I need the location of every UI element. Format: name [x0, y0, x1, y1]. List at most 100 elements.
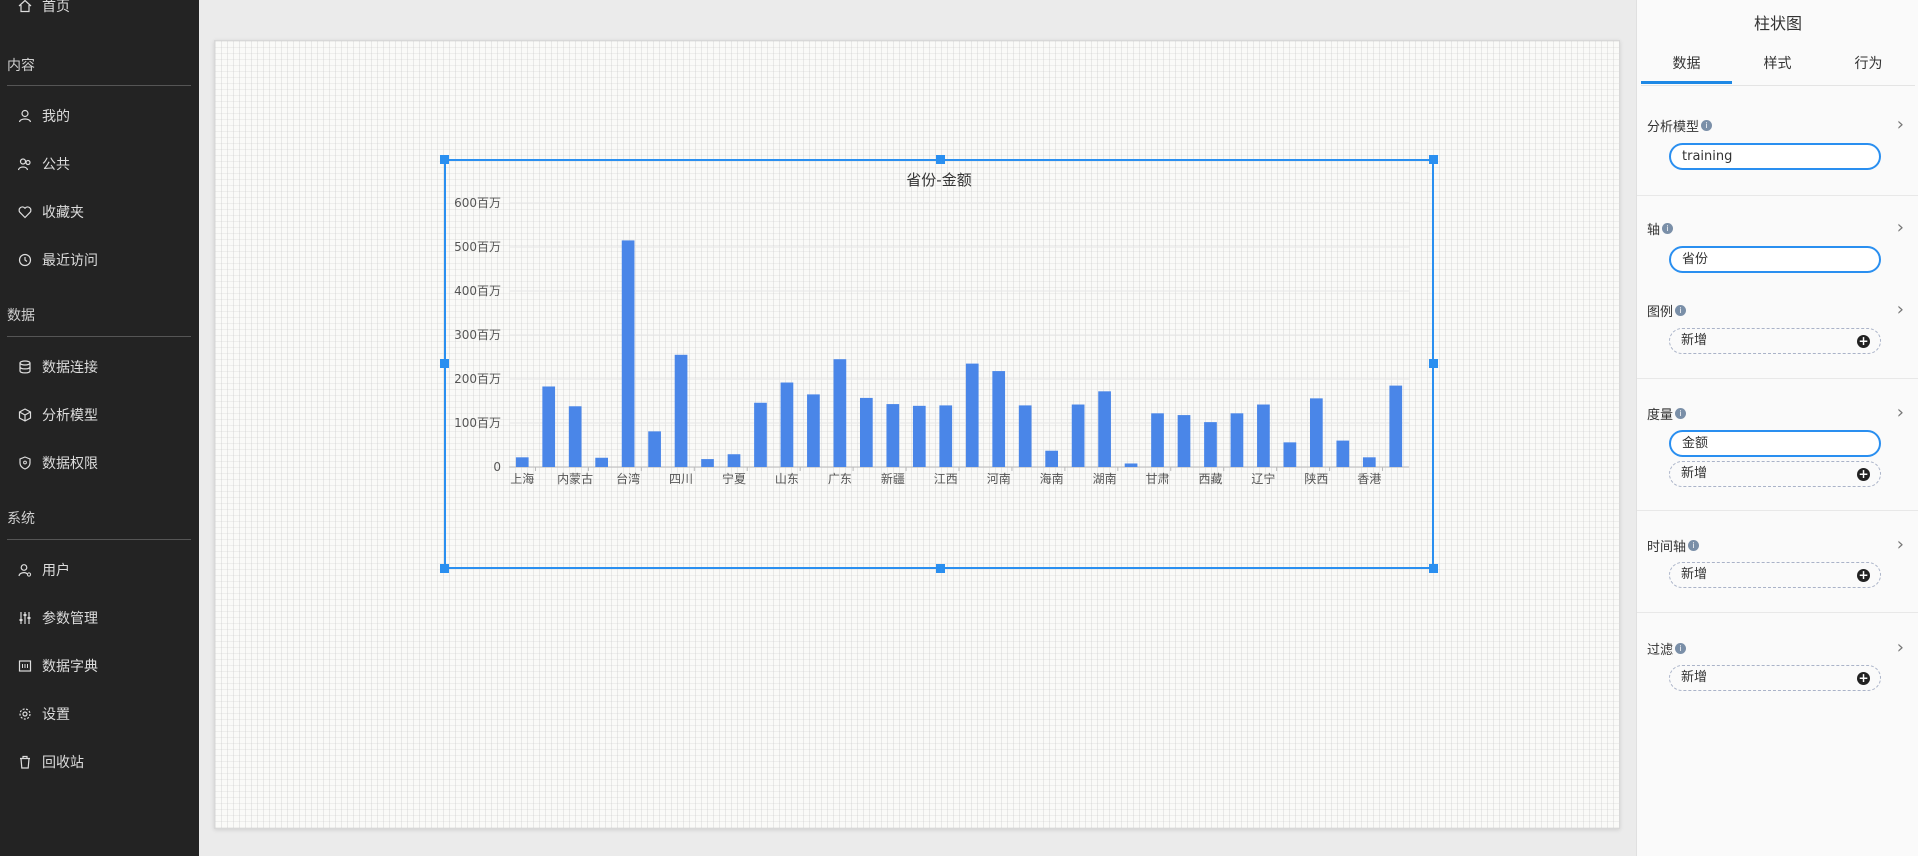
sidebar-item-data-connection[interactable]: 数据连接	[18, 355, 98, 379]
bar[interactable]	[515, 457, 529, 467]
user-icon	[18, 109, 32, 123]
bar[interactable]	[965, 363, 979, 467]
bar[interactable]	[1177, 415, 1191, 467]
plus-circle-icon[interactable]: +	[1857, 468, 1870, 481]
plus-circle-icon[interactable]: +	[1857, 672, 1870, 685]
add-label: 新增	[1681, 333, 1708, 348]
sidebar-item-recycle-bin[interactable]: 回收站	[18, 750, 84, 774]
bar[interactable]	[1257, 404, 1270, 467]
bar[interactable]	[568, 406, 582, 467]
sidebar-item-home[interactable]: 首页	[18, 0, 70, 18]
bar[interactable]	[727, 454, 741, 467]
tab-data[interactable]: 数据	[1641, 52, 1732, 84]
bar[interactable]	[992, 371, 1006, 467]
info-icon[interactable]: i	[1688, 540, 1700, 551]
sidebar-item-users[interactable]: 用户	[18, 558, 70, 582]
sidebar-item-recent[interactable]: 最近访问	[18, 248, 98, 272]
chevron-right-icon[interactable]: ›	[1897, 116, 1904, 134]
sidebar-item-label: 首页	[42, 0, 70, 15]
bar[interactable]	[1389, 385, 1403, 467]
resize-handle-bottom-left[interactable]	[440, 564, 449, 573]
info-icon[interactable]: i	[1662, 223, 1674, 234]
resize-handle-bottom[interactable]	[936, 564, 945, 573]
chevron-right-icon[interactable]: ›	[1897, 219, 1904, 237]
bar[interactable]	[807, 394, 820, 467]
filter-section-label: 过滤 i	[1647, 639, 1687, 658]
time-axis-add-field[interactable]: 新增 +	[1669, 562, 1881, 588]
x-tick-label: 香港	[1357, 472, 1381, 486]
bar[interactable]	[701, 459, 714, 467]
filter-add-field[interactable]: 新增 +	[1669, 665, 1881, 691]
plus-circle-icon[interactable]: +	[1857, 569, 1870, 582]
bar[interactable]	[648, 431, 661, 467]
sidebar-item-data-permission[interactable]: 数据权限	[18, 451, 98, 475]
model-field[interactable]: training	[1669, 143, 1881, 170]
bar[interactable]	[1204, 422, 1217, 467]
bar-chart-widget[interactable]: 省份-金额 0 100百万 200百万 300百万 400百万 500百万 600百万 上海…	[440, 155, 1438, 573]
bar[interactable]	[833, 359, 847, 467]
axis-field[interactable]: 省份	[1669, 246, 1881, 273]
measure-add-field[interactable]: 新增 +	[1669, 461, 1881, 487]
sidebar-item-favorites[interactable]: 收藏夹	[18, 200, 84, 224]
resize-handle-left[interactable]	[440, 359, 449, 368]
x-tick-label: 宁夏	[722, 471, 746, 486]
bar[interactable]	[1045, 450, 1058, 467]
x-tick-label: 四川	[669, 472, 693, 486]
tab-behavior[interactable]: 行为	[1823, 52, 1914, 84]
sidebar-item-analysis-model[interactable]: 分析模型	[18, 403, 98, 427]
info-icon[interactable]: i	[1701, 120, 1713, 131]
resize-handle-top[interactable]	[936, 155, 945, 164]
x-tick-label: 江西	[934, 472, 958, 486]
bar[interactable]	[780, 382, 794, 467]
chevron-right-icon[interactable]: ›	[1897, 404, 1904, 422]
x-tick-label: 河南	[987, 471, 1011, 486]
bar[interactable]	[621, 240, 635, 467]
resize-handle-bottom-right[interactable]	[1429, 564, 1438, 573]
dashboard-canvas[interactable]: 省份-金额 0 100百万 200百万 300百万 400百万 500百万 600百万 上海…	[214, 40, 1620, 829]
database-icon	[19, 360, 31, 374]
bar[interactable]	[1071, 404, 1085, 467]
home-icon	[18, 0, 32, 13]
sidebar-item-params[interactable]: 参数管理	[18, 606, 98, 630]
sidebar-item-label: 数据连接	[42, 360, 98, 376]
tab-style[interactable]: 样式	[1732, 52, 1823, 84]
resize-handle-right[interactable]	[1429, 359, 1438, 368]
sidebar-item-label: 我的	[42, 109, 70, 125]
sidebar-item-public[interactable]: 公共	[18, 152, 70, 176]
y-tick-label: 200百万	[454, 372, 501, 386]
bar[interactable]	[1336, 440, 1350, 467]
info-icon[interactable]: i	[1675, 408, 1687, 419]
axis-section-label: 轴i	[1647, 219, 1674, 238]
sidebar-item-dictionary[interactable]: 数据字典	[18, 654, 98, 678]
measure-field[interactable]: 金额	[1669, 430, 1881, 457]
sidebar-item-mine[interactable]: 我的	[18, 104, 70, 128]
plus-circle-icon[interactable]: +	[1857, 335, 1870, 348]
bar[interactable]	[1310, 398, 1323, 467]
bar[interactable]	[860, 397, 873, 467]
bar[interactable]	[912, 405, 926, 467]
resize-handle-top-left[interactable]	[440, 155, 449, 164]
bar[interactable]	[1151, 413, 1164, 467]
bar[interactable]	[939, 405, 953, 467]
bar[interactable]	[542, 386, 556, 467]
chevron-right-icon[interactable]: ›	[1897, 301, 1904, 319]
bar[interactable]	[595, 457, 608, 467]
info-icon[interactable]: i	[1675, 643, 1687, 654]
sidebar-item-settings[interactable]: 设置	[18, 702, 70, 726]
chevron-right-icon[interactable]: ›	[1897, 536, 1904, 554]
resize-handle-top-right[interactable]	[1429, 155, 1438, 164]
bar[interactable]	[1124, 463, 1138, 467]
bar[interactable]	[886, 404, 900, 467]
bar[interactable]	[754, 402, 767, 467]
bar[interactable]	[674, 354, 688, 467]
bar[interactable]	[1098, 391, 1111, 467]
gear-icon	[19, 708, 31, 720]
bar[interactable]	[1230, 413, 1244, 467]
info-icon[interactable]: i	[1675, 305, 1687, 316]
sidebar-item-label: 数据权限	[42, 456, 98, 472]
legend-add-field[interactable]: 新增 +	[1669, 328, 1881, 354]
bar[interactable]	[1362, 457, 1376, 467]
chevron-right-icon[interactable]: ›	[1897, 639, 1904, 657]
bar[interactable]	[1283, 442, 1297, 467]
bar[interactable]	[1018, 405, 1032, 467]
